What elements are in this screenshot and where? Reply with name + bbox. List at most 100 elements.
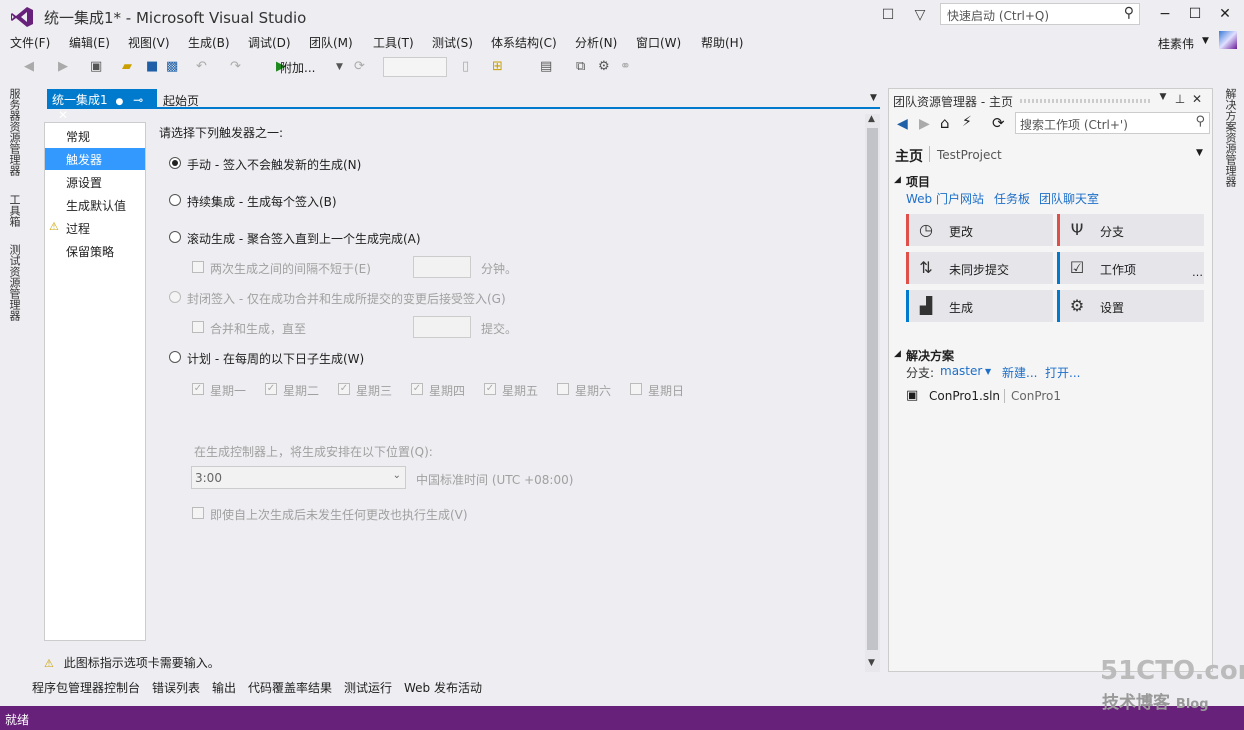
tab-error-list[interactable]: 错误列表 bbox=[152, 679, 200, 696]
save-all-icon[interactable]: ▩ bbox=[166, 56, 178, 78]
find-icon[interactable]: ▯ bbox=[462, 56, 469, 78]
project-section-title[interactable]: 项目 bbox=[906, 173, 930, 190]
menu-test[interactable]: 测试(S) bbox=[432, 34, 473, 51]
radio-continuous-label[interactable]: 持续集成 - 生成每个签入(B) bbox=[187, 193, 337, 210]
filter-icon[interactable]: ▽ bbox=[910, 5, 930, 25]
tab-code-coverage[interactable]: 代码覆盖率结果 bbox=[248, 679, 332, 696]
nav-build-defaults[interactable]: 生成默认值 bbox=[45, 194, 145, 216]
project-name[interactable]: TestProject bbox=[937, 148, 1002, 162]
tile-work-items[interactable]: ☑ 工作项 bbox=[1057, 252, 1204, 284]
menu-window[interactable]: 窗口(W) bbox=[636, 34, 681, 51]
minimize-button[interactable]: − bbox=[1150, 4, 1180, 26]
attach-button[interactable]: 附加... bbox=[280, 59, 315, 76]
refresh-icon[interactable]: ⟳ bbox=[354, 56, 365, 78]
chevron-down-icon[interactable]: ▼ bbox=[985, 367, 991, 376]
settings-icon[interactable]: ⚙ bbox=[598, 56, 610, 78]
collapse-triangle-icon[interactable]: ◢ bbox=[894, 349, 901, 359]
radio-manual[interactable] bbox=[169, 157, 181, 169]
connect-icon[interactable]: ⚡ bbox=[962, 114, 972, 130]
more-icon[interactable]: … bbox=[1192, 266, 1203, 279]
quick-launch-input[interactable]: 快速启动 (Ctrl+Q) ⚲ bbox=[940, 3, 1140, 25]
solution-section-title[interactable]: 解决方案 bbox=[906, 347, 954, 364]
new-project-icon[interactable]: ▣ bbox=[90, 56, 102, 78]
close-icon[interactable]: ✕ bbox=[1190, 92, 1204, 106]
menu-analyze[interactable]: 分析(N) bbox=[575, 34, 617, 51]
day-checkbox-mon[interactable]: ✓ bbox=[192, 383, 204, 395]
web-portal-link[interactable]: Web 门户网站 bbox=[906, 190, 984, 207]
chevron-down-icon[interactable]: ▼ bbox=[1202, 36, 1209, 46]
forward-icon[interactable]: ▶ bbox=[58, 56, 68, 78]
refresh-icon[interactable]: ⟳ bbox=[992, 114, 1005, 132]
team-room-link[interactable]: 团队聊天室 bbox=[1039, 190, 1099, 207]
menu-build[interactable]: 生成(B) bbox=[188, 34, 230, 51]
maximize-button[interactable]: ☐ bbox=[1180, 4, 1210, 26]
radio-rolling-label[interactable]: 滚动生成 - 聚合签入直到上一个生成完成(A) bbox=[187, 230, 421, 247]
toolbox-tab[interactable]: 工具箱 bbox=[6, 194, 22, 227]
scroll-up-icon[interactable]: ▲ bbox=[868, 114, 875, 124]
menu-file[interactable]: 文件(F) bbox=[10, 34, 50, 51]
scrollbar-thumb[interactable] bbox=[867, 128, 878, 650]
gated-merge-input[interactable] bbox=[413, 316, 471, 338]
server-explorer-tab[interactable]: 服务器资源管理器 bbox=[6, 88, 22, 176]
open-folder-icon[interactable]: ▰ bbox=[122, 56, 132, 78]
task-board-link[interactable]: 任务板 bbox=[994, 190, 1030, 207]
scroll-down-icon[interactable]: ▼ bbox=[868, 658, 875, 668]
menu-help[interactable]: 帮助(H) bbox=[701, 34, 743, 51]
menu-team[interactable]: 团队(M) bbox=[309, 34, 353, 51]
chevron-down-icon[interactable]: ▼ bbox=[336, 56, 343, 78]
menu-tools[interactable]: 工具(T) bbox=[373, 34, 414, 51]
nav-source-settings[interactable]: 源设置 bbox=[45, 171, 145, 193]
chevron-down-icon[interactable]: ▼ bbox=[1156, 92, 1170, 106]
nav-process[interactable]: 过程 bbox=[45, 217, 145, 239]
open-solution-link[interactable]: 打开... bbox=[1045, 364, 1080, 381]
save-icon[interactable]: ■ bbox=[146, 56, 158, 78]
close-icon[interactable]: ✕ bbox=[58, 108, 68, 122]
menu-view[interactable]: 视图(V) bbox=[128, 34, 170, 51]
collapse-triangle-icon[interactable]: ◢ bbox=[894, 175, 901, 185]
menu-edit[interactable]: 编辑(E) bbox=[69, 34, 110, 51]
menu-architecture[interactable]: 体系结构(C) bbox=[491, 34, 557, 51]
team-icon[interactable]: ⚭ bbox=[620, 56, 631, 78]
radio-gated-label[interactable]: 封闭签入 - 仅在成功合并和生成所提交的变更后接受签入(G) bbox=[187, 290, 506, 307]
tile-changes[interactable]: ◷ 更改 bbox=[906, 214, 1053, 246]
nav-general[interactable]: 常规 bbox=[45, 125, 145, 147]
radio-schedule-label[interactable]: 计划 - 在每周的以下日子生成(W) bbox=[187, 350, 364, 367]
nav-retention-policy[interactable]: 保留策略 bbox=[45, 240, 145, 262]
pin-icon[interactable]: ⊥ bbox=[1173, 92, 1187, 106]
day-checkbox-thu[interactable]: ✓ bbox=[411, 383, 423, 395]
close-window-button[interactable]: ✕ bbox=[1210, 4, 1240, 26]
tile-builds[interactable]: ▟ 生成 bbox=[906, 290, 1053, 322]
day-checkbox-sat[interactable] bbox=[557, 383, 569, 395]
day-checkbox-sun[interactable] bbox=[630, 383, 642, 395]
tile-settings[interactable]: ⚙ 设置 bbox=[1057, 290, 1204, 322]
user-name[interactable]: 桂素伟 bbox=[1158, 35, 1194, 52]
tab-web-publish[interactable]: Web 发布活动 bbox=[404, 679, 482, 696]
gated-merge-checkbox[interactable] bbox=[192, 321, 204, 333]
force-build-checkbox[interactable] bbox=[192, 507, 204, 519]
branch-selector[interactable]: master bbox=[940, 364, 982, 378]
radio-gated[interactable] bbox=[169, 291, 181, 303]
time-select[interactable]: 3:00 ⌄ bbox=[191, 466, 406, 489]
tile-branches[interactable]: Ψ 分支 bbox=[1057, 214, 1204, 246]
tab-build-definition[interactable]: 统一集成1 ● ⊸ ✕ bbox=[47, 89, 157, 122]
rolling-interval-checkbox[interactable] bbox=[192, 261, 204, 273]
undo-icon[interactable]: ↶ bbox=[196, 56, 207, 78]
radio-schedule[interactable] bbox=[169, 351, 181, 363]
solution-explorer-icon[interactable]: ⊞ bbox=[492, 56, 503, 78]
day-checkbox-fri[interactable]: ✓ bbox=[484, 383, 496, 395]
radio-manual-label[interactable]: 手动 - 签入不会触发新的生成(N) bbox=[187, 156, 361, 173]
chevron-down-icon[interactable]: ▼ bbox=[870, 93, 877, 103]
feedback-icon[interactable]: ☐ bbox=[878, 5, 898, 25]
configuration-combo[interactable] bbox=[383, 57, 447, 77]
avatar[interactable] bbox=[1219, 31, 1237, 49]
solution-explorer-tab[interactable]: 解决方案资源管理器 bbox=[1222, 88, 1238, 187]
day-checkbox-tue[interactable]: ✓ bbox=[265, 383, 277, 395]
rolling-interval-input[interactable] bbox=[413, 256, 471, 278]
tab-test-runs[interactable]: 测试运行 bbox=[344, 679, 392, 696]
radio-continuous[interactable] bbox=[169, 194, 181, 206]
window-icon[interactable]: ⧉ bbox=[576, 56, 585, 78]
nav-trigger[interactable]: 触发器 bbox=[45, 148, 145, 170]
redo-icon[interactable]: ↷ bbox=[230, 56, 241, 78]
new-solution-link[interactable]: 新建... bbox=[1002, 364, 1037, 381]
back-icon[interactable]: ◀ bbox=[897, 116, 908, 132]
